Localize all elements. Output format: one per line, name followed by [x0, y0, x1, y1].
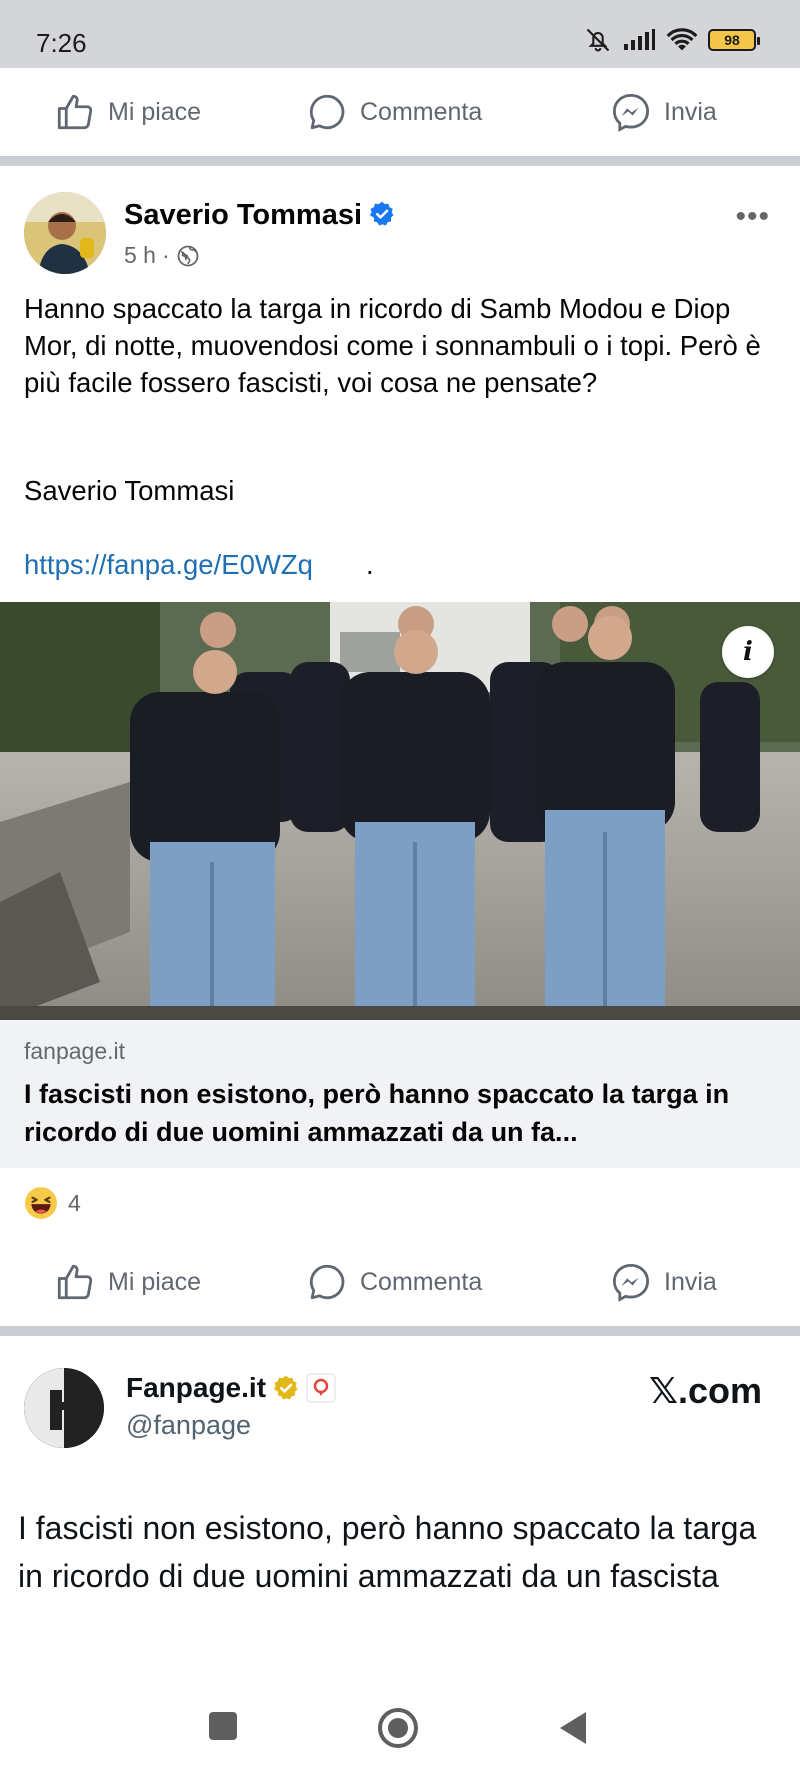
home-button[interactable]	[376, 1708, 420, 1752]
post-time: 5 h	[124, 242, 156, 268]
link-preview-footer[interactable]: fanpage.it I fascisti non esistono, però…	[0, 1020, 800, 1168]
gold-verified-icon	[273, 1375, 298, 1400]
post-signature: Saverio Tommasi	[24, 475, 235, 506]
status-icons: 98	[584, 26, 760, 54]
meta-separator: ·	[161, 242, 170, 268]
send-label: Invia	[664, 1267, 717, 1296]
avatar-photo-icon	[24, 192, 106, 274]
globe-icon	[177, 245, 199, 266]
messenger-icon	[612, 93, 650, 132]
comment-button-top[interactable]: Commenta	[306, 91, 482, 133]
mute-bell-icon	[586, 28, 610, 52]
post-text: Hanno spaccato la targa in ricordo di Sa…	[24, 293, 761, 398]
like-label: Mi piace	[108, 1267, 202, 1296]
haha-reaction-icon	[25, 1187, 57, 1219]
status-bar: 7:26 98	[0, 0, 800, 68]
comment-label: Commenta	[360, 1267, 483, 1296]
preview-photo	[0, 602, 800, 1020]
author-name[interactable]: Saverio Tommasi	[124, 199, 396, 232]
send-button[interactable]: Invia	[610, 1261, 717, 1303]
fanpage-logo-icon	[24, 1368, 104, 1448]
system-nav-bar	[0, 1690, 800, 1778]
send-button-top[interactable]: Invia	[610, 91, 717, 133]
more-options-icon[interactable]: •••	[735, 200, 770, 234]
feed-divider	[0, 1326, 800, 1336]
signal-icon	[624, 29, 655, 50]
comment-icon	[309, 1264, 345, 1300]
like-button-top[interactable]: Mi piace	[54, 91, 201, 133]
wifi-icon	[666, 28, 698, 51]
thumbs-up-icon	[57, 1264, 93, 1300]
messenger-icon	[612, 1263, 650, 1302]
reaction-count: 4	[68, 1189, 81, 1216]
like-label: Mi piace	[108, 97, 202, 126]
send-label: Invia	[664, 97, 717, 126]
author-avatar[interactable]	[24, 192, 106, 274]
tweet-avatar[interactable]	[24, 1368, 104, 1448]
author-name-text: Saverio Tommasi	[124, 199, 363, 231]
post-meta: 5 h ·	[124, 242, 200, 269]
info-icon[interactable]: i	[722, 626, 774, 678]
x-brand-logo: 𝕏.com	[648, 1370, 762, 1411]
affiliate-badge-icon	[306, 1373, 336, 1403]
reactions-summary[interactable]: 4	[24, 1186, 81, 1220]
feed-divider	[0, 156, 800, 166]
back-button[interactable]	[556, 1708, 592, 1748]
tweet-author-name: Fanpage.it	[126, 1372, 267, 1403]
thumbs-up-icon	[57, 94, 93, 130]
tweet-handle: @fanpage	[126, 1410, 252, 1440]
link-preview-image[interactable]	[0, 602, 800, 1020]
comment-icon	[309, 94, 345, 130]
battery-icon: 98	[708, 29, 760, 51]
recent-apps-button[interactable]	[205, 1708, 241, 1744]
status-time: 7:26	[36, 28, 87, 58]
like-button[interactable]: Mi piace	[54, 1261, 201, 1303]
top-action-bar: Mi piace Commenta Invia	[0, 68, 800, 156]
preview-title: I fascisti non esistono, però hanno spac…	[24, 1079, 730, 1147]
tweet-text: I fascisti non esistono, però hanno spac…	[18, 1510, 757, 1594]
verified-badge-icon	[369, 201, 394, 226]
tweet-author[interactable]: Fanpage.it	[126, 1372, 336, 1404]
post-link-suffix: .	[366, 549, 374, 580]
post-link[interactable]: https://fanpa.ge/E0WZq	[24, 549, 313, 581]
preview-domain: fanpage.it	[24, 1038, 126, 1064]
comment-button[interactable]: Commenta	[306, 1261, 482, 1303]
comment-label: Commenta	[360, 97, 483, 126]
post-action-bar: Mi piace Commenta Invia	[0, 1238, 800, 1326]
